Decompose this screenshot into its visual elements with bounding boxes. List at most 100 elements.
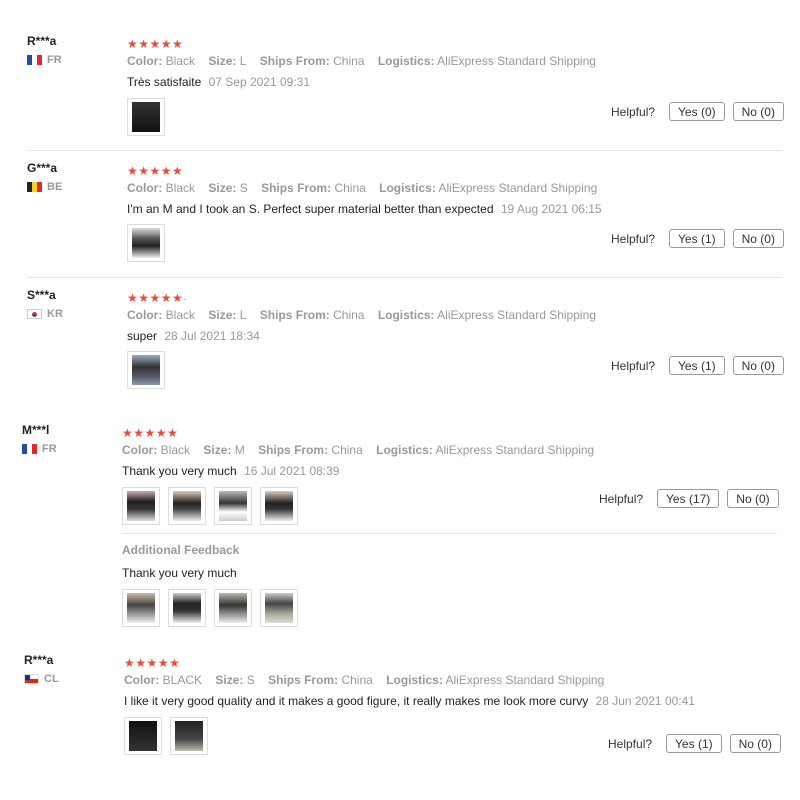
review-date: 07 Sep 2021 09:31 <box>208 75 311 89</box>
helpful-no-button[interactable]: No (0) <box>732 356 784 375</box>
ships-from-value: China <box>341 673 373 687</box>
review-meta: Color: Black Size: S Ships From: China L… <box>127 181 777 195</box>
reviewer-country: CL <box>24 673 59 685</box>
color-value: Black <box>165 181 196 195</box>
review-photo[interactable] <box>127 98 165 136</box>
rating-stars-filled: ★★★★★ <box>127 291 184 305</box>
helpful-label: Helpful? <box>611 104 656 119</box>
country-code: CL <box>44 673 59 685</box>
color-label: Color: <box>127 181 163 195</box>
divider <box>27 150 782 151</box>
review-photo[interactable] <box>260 589 298 627</box>
reviewer-info: M***l FR <box>22 423 57 455</box>
color-label: Color: <box>122 443 158 457</box>
review-photo[interactable] <box>122 487 160 525</box>
review-text: super 28 Jul 2021 18:34 <box>127 328 777 344</box>
country-code: KR <box>47 308 63 320</box>
rating-stars-partial: · <box>183 294 188 305</box>
size-label: Size: <box>208 308 237 322</box>
helpful-label: Helpful? <box>611 358 656 373</box>
review-photo[interactable] <box>214 589 252 627</box>
helpful-yes-button[interactable]: Yes (1) <box>666 734 722 753</box>
ships-from-value: China <box>334 181 366 195</box>
helpful-label: Helpful? <box>599 491 644 506</box>
ships-from-label: Ships From: <box>259 308 330 322</box>
review-content: ★★★★★ Color: Black Size: M Ships From: C… <box>122 426 777 525</box>
size-label: Size: <box>203 443 232 457</box>
reviewer-country: BE <box>27 181 62 193</box>
color-value: Black <box>165 308 196 322</box>
additional-feedback: Additional Feedback Thank you very much <box>122 543 777 627</box>
helpful-label: Helpful? <box>608 736 653 751</box>
review-date: 19 Aug 2021 06:15 <box>500 202 602 216</box>
review-item: R***a FR ★★★★★ Color: Black Size: L Ship… <box>0 0 800 151</box>
review-meta: Color: Black Size: L Ships From: China L… <box>127 308 777 322</box>
logistics-value: AliExpress Standard Shipping <box>437 54 596 68</box>
additional-feedback-text: Thank you very much <box>122 566 237 580</box>
helpful-vote: Helpful? Yes (0) No (0) <box>611 102 784 121</box>
review-body: I'm an M and I took an S. Perfect super … <box>127 202 494 216</box>
helpful-yes-button[interactable]: Yes (1) <box>669 356 725 375</box>
reviewer-country: FR <box>27 54 62 66</box>
review-item: M***l FR ★★★★★ Color: Black Size: M Ship… <box>0 422 800 642</box>
review-date: 28 Jul 2021 18:34 <box>164 329 260 343</box>
ships-from-value: China <box>333 54 365 68</box>
logistics-label: Logistics: <box>376 443 433 457</box>
size-value: L <box>239 54 247 68</box>
helpful-yes-button[interactable]: Yes (0) <box>669 102 725 121</box>
logistics-value: AliExpress Standard Shipping <box>437 308 596 322</box>
reviewer-info: R***a CL <box>24 653 59 685</box>
logistics-label: Logistics: <box>386 673 443 687</box>
ships-from-label: Ships From: <box>261 181 332 195</box>
france-flag-icon <box>27 55 42 65</box>
helpful-yes-button[interactable]: Yes (17) <box>657 489 720 508</box>
reviewer-name: S***a <box>27 288 56 302</box>
size-value: L <box>239 308 247 322</box>
review-photo[interactable] <box>124 717 162 755</box>
helpful-no-button[interactable]: No (0) <box>729 734 781 753</box>
rating-stars: ★★★★★ <box>122 426 179 440</box>
review-photo[interactable] <box>127 224 165 262</box>
additional-feedback-label: Additional Feedback <box>122 543 240 557</box>
review-photo[interactable] <box>168 487 206 525</box>
helpful-no-button[interactable]: No (0) <box>727 489 779 508</box>
country-code: FR <box>47 54 62 66</box>
logistics-label: Logistics: <box>377 308 435 322</box>
review-photo[interactable] <box>170 717 208 755</box>
review-item: S***a KR ★★★★★· Color: Black Size: L Shi… <box>0 287 800 407</box>
divider <box>27 277 782 278</box>
helpful-yes-button[interactable]: Yes (1) <box>669 229 725 248</box>
color-label: Color: <box>127 308 163 322</box>
review-body: super <box>127 329 158 343</box>
helpful-no-button[interactable]: No (0) <box>732 102 784 121</box>
helpful-vote: Helpful? Yes (17) No (0) <box>599 489 779 508</box>
review-photo[interactable] <box>260 487 298 525</box>
review-photo[interactable] <box>122 589 160 627</box>
review-meta: Color: BLACK Size: S Ships From: China L… <box>124 673 704 687</box>
size-label: Size: <box>208 54 237 68</box>
logistics-label: Logistics: <box>377 54 435 68</box>
review-text: I'm an M and I took an S. Perfect super … <box>127 201 777 217</box>
reviewer-country: KR <box>27 308 63 320</box>
review-date: 28 Jun 2021 00:41 <box>595 694 695 708</box>
helpful-vote: Helpful? Yes (1) No (0) <box>611 356 784 375</box>
size-value: S <box>246 673 255 687</box>
helpful-no-button[interactable]: No (0) <box>732 229 784 248</box>
review-body: Très satisfaite <box>127 75 202 89</box>
reviewer-name: M***l <box>22 423 50 437</box>
review-text: Thank you very much 16 Jul 2021 08:39 <box>122 463 777 479</box>
logistics-label: Logistics: <box>379 181 436 195</box>
helpful-vote: Helpful? Yes (1) No (0) <box>611 229 784 248</box>
color-value: Black <box>165 54 196 68</box>
color-label: Color: <box>127 54 163 68</box>
rating-stars: ★★★★★ <box>127 164 184 178</box>
country-code: BE <box>47 181 63 193</box>
review-meta: Color: Black Size: M Ships From: China L… <box>122 443 777 457</box>
helpful-label: Helpful? <box>611 231 656 246</box>
review-photo[interactable] <box>168 589 206 627</box>
review-photo[interactable] <box>127 351 165 389</box>
review-photo[interactable] <box>214 487 252 525</box>
korea-flag-icon <box>27 309 42 319</box>
review-meta: Color: Black Size: L Ships From: China L… <box>127 54 777 68</box>
rating-stars: ★★★★★· <box>127 291 777 305</box>
